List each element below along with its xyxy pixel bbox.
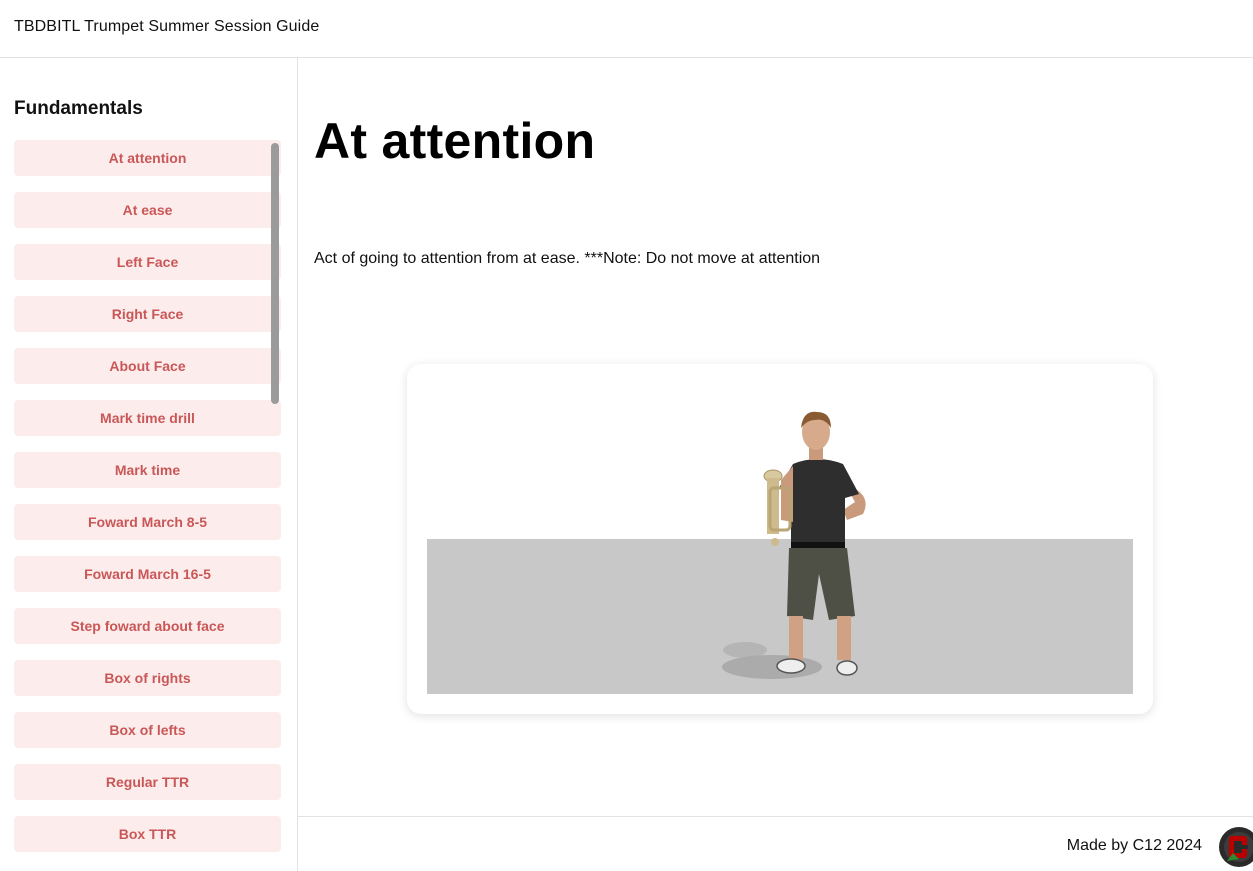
block-o-logo-icon	[1219, 827, 1253, 867]
nav-item-about-face[interactable]: About Face	[14, 348, 281, 384]
nav-list: At attention At ease Left Face Right Fac…	[14, 140, 281, 868]
sidebar: Fundamentals At attention At ease Left F…	[0, 58, 298, 871]
footer-credit: Made by C12 2024	[1066, 837, 1202, 854]
nav-item-regular-ttr[interactable]: Regular TTR	[14, 764, 281, 800]
main-content: At attention Act of going to attention f…	[298, 58, 1253, 816]
nav-item-mark-time-drill[interactable]: Mark time drill	[14, 400, 281, 436]
nav-item-box-of-rights[interactable]: Box of rights	[14, 660, 281, 696]
nav-item-box-of-lefts[interactable]: Box of lefts	[14, 712, 281, 748]
page-description: Act of going to attention from at ease. …	[314, 250, 821, 267]
model-viewer-card	[407, 364, 1153, 714]
nav-item-foward-march-8-5[interactable]: Foward March 8-5	[14, 504, 281, 540]
nav-item-box-ttr[interactable]: Box TTR	[14, 816, 281, 852]
nav-item-right-face[interactable]: Right Face	[14, 296, 281, 332]
sidebar-heading: Fundamentals	[14, 98, 143, 119]
model-scene	[427, 411, 1133, 694]
nav-item-at-ease[interactable]: At ease	[14, 192, 281, 228]
figure-shadow	[722, 655, 822, 679]
top-bar: TBDBITL Trumpet Summer Session Guide	[0, 0, 1253, 58]
nav-item-foward-march-16-5[interactable]: Foward March 16-5	[14, 556, 281, 592]
sidebar-scrollbar[interactable]	[271, 143, 279, 404]
nav-item-mark-time[interactable]: Mark time	[14, 452, 281, 488]
nav-item-at-attention[interactable]: At attention	[14, 140, 281, 176]
model-viewer[interactable]	[427, 384, 1133, 694]
app-title[interactable]: TBDBITL Trumpet Summer Session Guide	[14, 18, 319, 36]
nav-item-step-foward-about-face[interactable]: Step foward about face	[14, 608, 281, 644]
nav-item-left-face[interactable]: Left Face	[14, 244, 281, 280]
footer: Made by C12 2024	[298, 816, 1253, 871]
page-title: At attention	[314, 113, 596, 169]
figure-shadow-arm	[723, 642, 767, 658]
